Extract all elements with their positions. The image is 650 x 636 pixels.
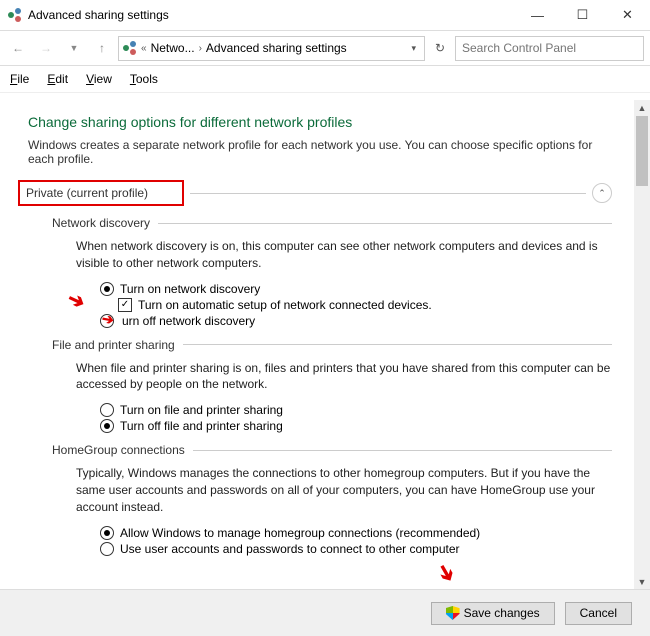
section-title-homegroup: HomeGroup connections (52, 443, 185, 457)
scroll-thumb[interactable] (636, 116, 648, 186)
save-changes-button[interactable]: Save changes (431, 602, 555, 625)
radio-nd-on[interactable]: Turn on network discovery (100, 282, 612, 296)
window-title: Advanced sharing settings (28, 8, 515, 22)
homegroup-desc: Typically, Windows manages the connectio… (76, 465, 612, 515)
checkbox-auto-setup[interactable]: ✓Turn on automatic setup of network conn… (118, 298, 612, 312)
menu-view[interactable]: View (86, 72, 112, 86)
scrollbar[interactable]: ▲ ▼ (634, 100, 650, 590)
back-button[interactable]: ← (6, 36, 30, 60)
section-title-file-printer: File and printer sharing (52, 338, 175, 352)
maximize-button[interactable]: ☐ (560, 1, 605, 30)
up-button[interactable]: ↑ (90, 36, 114, 60)
menu-bar: File Edit View Tools (0, 66, 650, 93)
breadcrumb-item[interactable]: Netwo... (151, 41, 195, 55)
chevron-icon: › (199, 43, 202, 54)
close-button[interactable]: ✕ (605, 1, 650, 30)
radio-nd-off[interactable]: ➔ urn off network discovery (100, 314, 612, 328)
address-dropdown[interactable]: ▾ (407, 43, 420, 54)
menu-tools[interactable]: Tools (130, 72, 158, 86)
network-discovery-desc: When network discovery is on, this compu… (76, 238, 612, 272)
checkbox-icon: ✓ (118, 298, 132, 312)
radio-icon (100, 403, 114, 417)
radio-icon (100, 542, 114, 556)
radio-hg-use[interactable]: Use user accounts and passwords to conne… (100, 542, 612, 556)
scroll-up-icon[interactable]: ▲ (634, 100, 650, 116)
shield-icon (446, 606, 460, 620)
divider (190, 193, 586, 194)
scroll-down-icon[interactable]: ▼ (634, 574, 650, 590)
minimize-button[interactable]: — (515, 1, 560, 30)
menu-file[interactable]: File (10, 72, 29, 86)
cancel-button[interactable]: Cancel (565, 602, 632, 625)
menu-edit[interactable]: Edit (47, 72, 68, 86)
address-bar[interactable]: « Netwo... › Advanced sharing settings ▾ (118, 36, 425, 61)
radio-icon (100, 526, 114, 540)
nav-toolbar: ← → ▼ ↑ « Netwo... › Advanced sharing se… (0, 31, 650, 66)
content-area: Change sharing options for different net… (0, 100, 634, 590)
collapse-icon[interactable]: ⌃ (592, 183, 612, 203)
annotation-arrow-icon: ➔ (64, 285, 90, 315)
file-printer-desc: When file and printer sharing is on, fil… (76, 360, 612, 394)
radio-fps-on[interactable]: Turn on file and printer sharing (100, 403, 612, 417)
app-icon (8, 8, 22, 22)
history-dropdown[interactable]: ▼ (62, 36, 86, 60)
page-heading: Change sharing options for different net… (28, 114, 612, 130)
forward-button: → (34, 36, 58, 60)
profile-header-private[interactable]: Private (current profile) (18, 180, 184, 206)
radio-icon (100, 419, 114, 433)
footer-bar: Save changes Cancel (0, 589, 650, 636)
breadcrumb-item[interactable]: Advanced sharing settings (206, 41, 347, 55)
radio-icon (100, 282, 114, 296)
refresh-button[interactable]: ↻ (429, 37, 451, 59)
location-icon (123, 41, 137, 55)
chevron-icon: « (141, 43, 147, 54)
page-intro: Windows creates a separate network profi… (28, 138, 612, 166)
title-bar: Advanced sharing settings — ☐ ✕ (0, 0, 650, 31)
radio-hg-allow[interactable]: Allow Windows to manage homegroup connec… (100, 526, 612, 540)
section-title-network-discovery: Network discovery (52, 216, 150, 230)
annotation-arrow-icon: ➔ (101, 310, 116, 329)
radio-fps-off[interactable]: Turn off file and printer sharing (100, 419, 612, 433)
search-input[interactable] (455, 36, 644, 61)
